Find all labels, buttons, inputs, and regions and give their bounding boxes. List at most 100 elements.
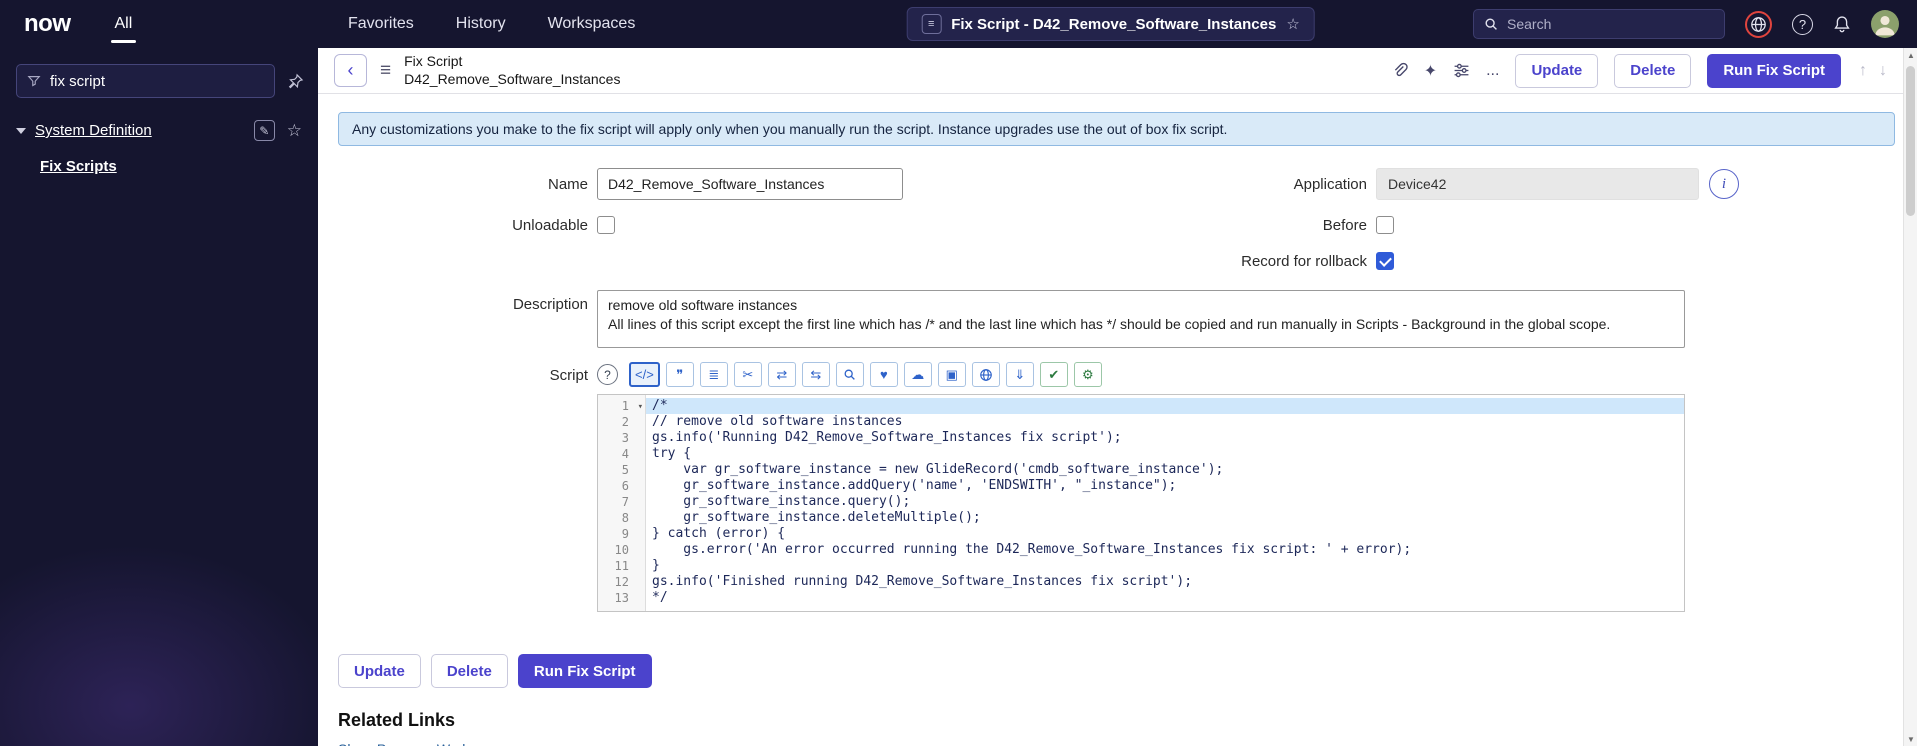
previous-record-icon[interactable]: ↑ — [1859, 62, 1867, 80]
record-for-rollback-checkbox[interactable] — [1376, 252, 1394, 270]
script-help-icon[interactable]: ? — [597, 364, 618, 385]
related-links-section: Related Links Show Progress Workers — [338, 710, 1897, 746]
attachment-paperclip-icon[interactable] — [1391, 62, 1408, 79]
navigator-filter[interactable] — [16, 64, 275, 98]
global-search[interactable] — [1473, 9, 1725, 39]
ai-sparkle-icon[interactable]: ✦ — [1424, 61, 1437, 81]
editor-code[interactable]: /*// remove old software instances gs.inf… — [646, 395, 1684, 611]
syntax-check-icon[interactable]: ✔ — [1039, 362, 1068, 387]
preview-icon[interactable]: ▣ — [937, 362, 966, 387]
info-banner: Any customizations you make to the fix s… — [338, 112, 1895, 146]
code-editor[interactable]: 1 ▾ 2 3 4 5 6 7 8 9 10 11 12 13 /*// remove old softw… — [597, 394, 1685, 612]
topbar-right-cluster: ? — [1473, 9, 1917, 39]
vertical-scrollbar[interactable]: ▲ ▼ — [1903, 48, 1917, 746]
help-icon[interactable]: ? — [1792, 13, 1813, 35]
run-fix-script-button-footer[interactable]: Run Fix Script — [517, 654, 652, 688]
code-line[interactable]: } — [646, 558, 1684, 574]
favorites-menu-tab[interactable]: Favorites — [348, 15, 414, 33]
script-editor-section: ? </> ❞ ≣ ✂ ⇄ ⇆ ♥ ☁ ▣ ⇓ ✔ ⚙ 1 ▾ 2 3 4 5 6 7 8 9 10 11 12 13 /*//… — [597, 362, 1705, 612]
name-label: Name — [547, 175, 588, 193]
format-code-icon[interactable]: ≣ — [699, 362, 728, 387]
code-line[interactable]: gs.error('An error occurred running the … — [646, 542, 1684, 558]
nav-section-system-definition[interactable]: System Definition ✎ ☆ — [16, 120, 302, 141]
code-line[interactable]: gs.info('Running D42_Remove_Software_Ins… — [646, 430, 1684, 446]
back-button[interactable]: ‹ — [334, 54, 367, 87]
search-icon — [1484, 17, 1498, 31]
context-pill[interactable]: ≡ Fix Script - D42_Remove_Software_Insta… — [906, 7, 1315, 41]
before-checkbox[interactable] — [1376, 216, 1394, 234]
uncomment-code-icon[interactable]: ✂ — [733, 362, 762, 387]
script-toolbar-buttons: </> ❞ ≣ ✂ ⇄ ⇆ ♥ ☁ ▣ ⇓ ✔ ⚙ — [629, 362, 1102, 387]
favorite-star-icon[interactable]: ☆ — [1286, 15, 1299, 33]
code-line[interactable]: } catch (error) { — [646, 526, 1684, 542]
script-label: Script — [549, 367, 588, 384]
line-number: 9 — [621, 527, 629, 541]
fix-scripts-link[interactable]: Fix Scripts — [40, 158, 117, 175]
run-fix-script-button-header[interactable]: Run Fix Script — [1707, 53, 1841, 88]
update-button-header[interactable]: Update — [1515, 53, 1599, 88]
workspaces-menu-tab[interactable]: Workspaces — [548, 15, 636, 33]
line-number: 6 — [621, 479, 629, 493]
main-content: ‹ ≡ Fix Script D42_Remove_Software_Insta… — [318, 48, 1917, 746]
navigator-filter-input[interactable] — [50, 72, 264, 90]
code-line[interactable]: try { — [646, 446, 1684, 462]
filter-funnel-icon — [27, 74, 41, 88]
save-script-icon[interactable]: ⇓ — [1005, 362, 1034, 387]
line-number: 11 — [614, 559, 629, 573]
show-progress-workers-link[interactable]: Show Progress Workers — [338, 741, 489, 746]
replace-icon[interactable]: ⇄ — [767, 362, 796, 387]
scroll-up-icon[interactable]: ▲ — [1904, 48, 1917, 62]
code-fold-icon[interactable]: ▾ — [638, 399, 643, 415]
line-number: 10 — [614, 543, 629, 557]
all-menu-tab[interactable]: All — [110, 0, 137, 48]
script-toolbar: ? </> ❞ ≣ ✂ ⇄ ⇆ ♥ ☁ ▣ ⇓ ✔ ⚙ — [597, 362, 1705, 387]
pin-sidebar-icon[interactable] — [287, 73, 304, 90]
scrollbar-thumb[interactable] — [1906, 66, 1915, 216]
code-line[interactable]: gs.info('Finished running D42_Remove_Sof… — [646, 574, 1684, 590]
application-info-icon[interactable]: i — [1709, 169, 1739, 199]
personalize-form-sliders-icon[interactable] — [1453, 62, 1470, 79]
replace-all-icon[interactable]: ⇆ — [801, 362, 830, 387]
editor-gutter: 1 ▾ 2 3 4 5 6 7 8 9 10 11 12 13 — [598, 395, 646, 611]
update-button-footer[interactable]: Update — [338, 654, 421, 688]
syntax-editor-icon[interactable]: </> — [629, 362, 660, 387]
web-help-icon[interactable] — [971, 362, 1000, 387]
edit-application-icon[interactable]: ✎ — [253, 120, 275, 141]
code-line[interactable]: gr_software_instance.addQuery('name', 'E… — [646, 478, 1684, 494]
more-actions-icon[interactable]: ... — [1486, 62, 1499, 80]
next-record-icon[interactable]: ↓ — [1879, 62, 1887, 80]
line-number: 7 — [621, 495, 629, 509]
context-pill-label: Fix Script - D42_Remove_Software_Instanc… — [951, 15, 1277, 33]
form-context-menu-icon[interactable]: ≡ — [380, 60, 391, 82]
system-definition-link[interactable]: System Definition — [35, 122, 152, 139]
code-line[interactable]: // remove old software instances — [646, 414, 1684, 430]
description-textarea[interactable]: remove old software instances All lines … — [597, 290, 1685, 348]
line-number: 5 — [621, 463, 629, 477]
top-menu: Favorites History Workspaces — [318, 15, 635, 33]
script-gear-icon[interactable]: ⚙ — [1073, 362, 1102, 387]
scroll-down-icon[interactable]: ▼ — [1904, 732, 1917, 746]
global-search-input[interactable] — [1507, 16, 1714, 32]
unloadable-checkbox[interactable] — [597, 216, 615, 234]
record-list-icon: ≡ — [921, 14, 942, 34]
code-line[interactable]: gr_software_instance.deleteMultiple(); — [646, 510, 1684, 526]
code-line[interactable]: /* — [646, 398, 1684, 414]
history-menu-tab[interactable]: History — [456, 15, 506, 33]
code-line[interactable]: */ — [646, 590, 1684, 606]
favorites-icon[interactable]: ♥ — [869, 362, 898, 387]
name-input[interactable] — [597, 168, 903, 200]
notifications-bell-icon[interactable] — [1833, 15, 1851, 33]
chevron-down-icon[interactable] — [16, 127, 26, 134]
search-code-icon[interactable] — [835, 362, 864, 387]
globe-icon[interactable] — [1745, 10, 1772, 38]
code-line[interactable]: gr_software_instance.query(); — [646, 494, 1684, 510]
comment-code-icon[interactable]: ❞ — [665, 362, 694, 387]
nav-item-fix-scripts[interactable]: Fix Scripts — [40, 158, 302, 175]
code-line[interactable]: var gr_software_instance = new GlideReco… — [646, 462, 1684, 478]
user-avatar[interactable] — [1871, 10, 1899, 38]
delete-button-header[interactable]: Delete — [1614, 53, 1692, 88]
cloud-icon[interactable]: ☁ — [903, 362, 932, 387]
favorite-section-star-icon[interactable]: ☆ — [287, 121, 302, 141]
delete-button-footer[interactable]: Delete — [430, 654, 508, 688]
unloadable-label: Unloadable — [512, 216, 588, 234]
